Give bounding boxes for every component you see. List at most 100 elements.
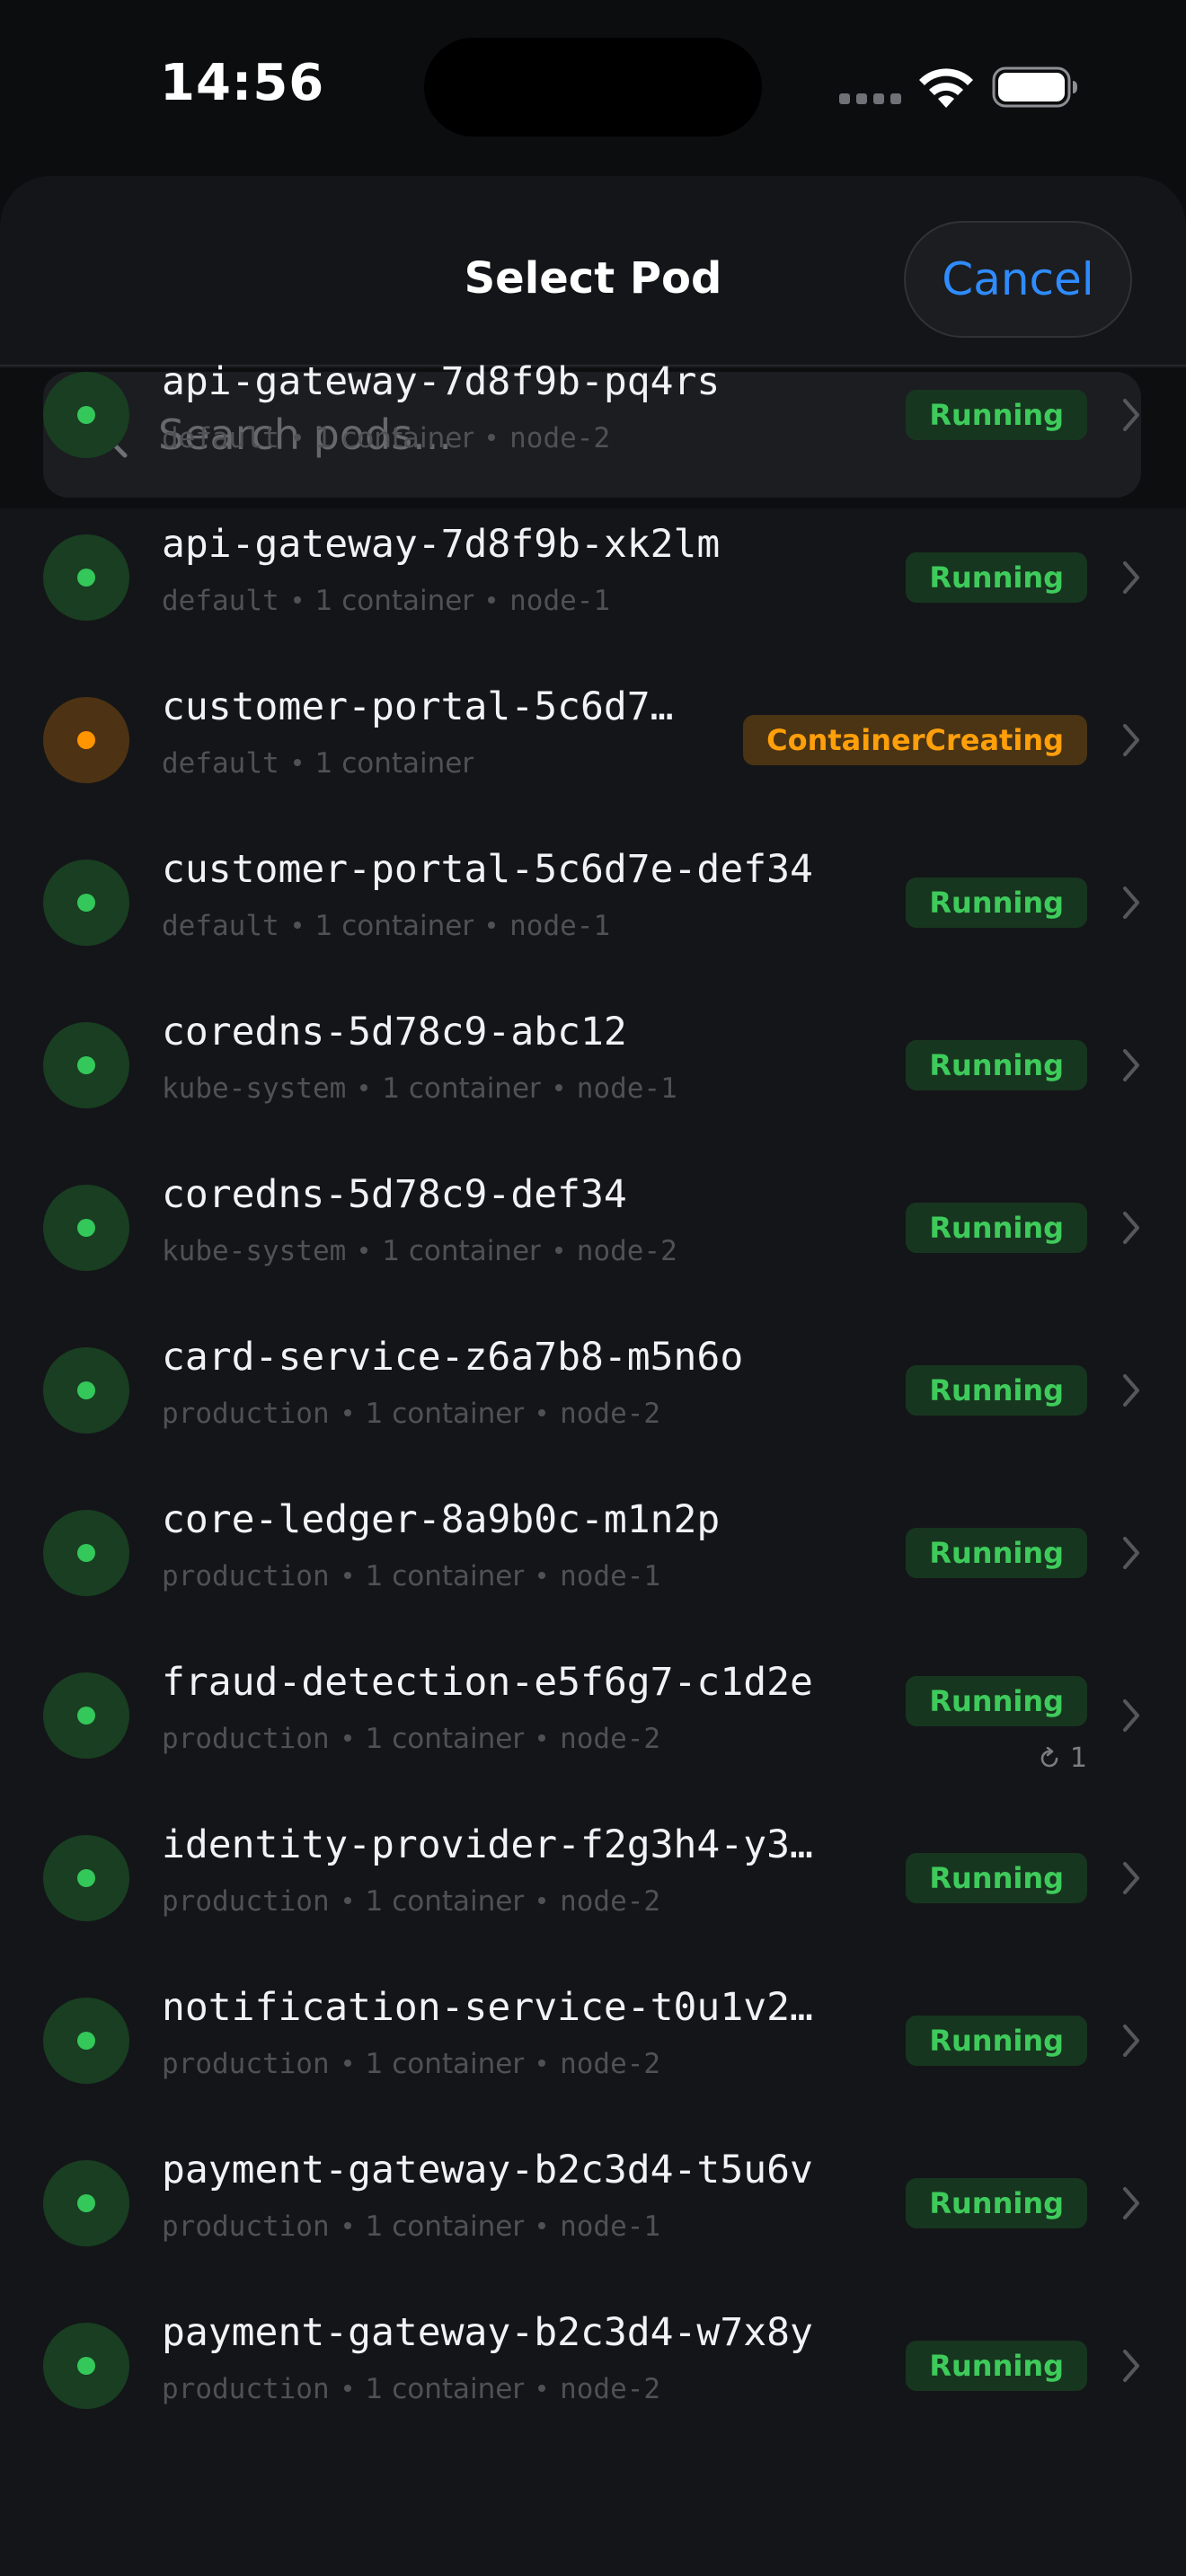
pod-name: payment-gateway-b2c3d4-t5u6v — [162, 2148, 813, 2192]
meta-separator — [343, 2059, 351, 2067]
pod-row[interactable]: api-gateway-7d8f9b-pq4rs default 1 contain… — [0, 334, 1186, 497]
pod-status-indicator — [43, 1347, 129, 1434]
meta-separator — [343, 1734, 351, 1742]
pod-node: node-2 — [560, 1723, 661, 1755]
pod-name: api-gateway-7d8f9b-xk2lm — [162, 522, 721, 567]
pod-row[interactable]: customer-portal-5c6d7… default 1 container… — [0, 659, 1186, 822]
meta-separator — [343, 1408, 351, 1416]
pod-namespace: production — [162, 2373, 330, 2405]
meta-separator — [538, 2221, 546, 2229]
pod-namespace: production — [162, 1560, 330, 1592]
pod-row[interactable]: core-ledger-8a9b0c-m1n2p production 1 cont… — [0, 1472, 1186, 1635]
pod-row[interactable]: api-gateway-7d8f9b-xk2lm default 1 contain… — [0, 497, 1186, 659]
pod-status-indicator — [43, 1672, 129, 1759]
meta-separator — [360, 1083, 368, 1091]
status-badge: Running — [906, 552, 1087, 603]
status-dot-icon — [77, 2194, 95, 2212]
meta-separator — [554, 1083, 562, 1091]
pod-container-count: 1 container — [365, 2210, 525, 2243]
meta-separator — [538, 2384, 546, 2392]
pod-node: node-2 — [560, 1885, 661, 1918]
status-badge: Running — [906, 390, 1087, 440]
meta-separator — [488, 433, 496, 441]
pod-container-count: 1 container — [382, 1072, 541, 1105]
pod-node: node-1 — [509, 585, 611, 617]
pod-namespace: kube-system — [162, 1235, 347, 1267]
pod-meta: default 1 container node-2 — [162, 422, 610, 454]
meta-separator — [538, 1896, 546, 1904]
status-dot-icon — [77, 1869, 95, 1887]
chevron-right-icon — [1123, 1699, 1139, 1732]
status-badge: Running — [906, 1040, 1087, 1090]
pod-node: node-2 — [560, 2373, 661, 2405]
pod-node: node-2 — [509, 422, 611, 454]
status-dot-icon — [77, 2357, 95, 2375]
restart-count: 1 — [1038, 1742, 1087, 1774]
pod-status-indicator — [43, 1835, 129, 1921]
pod-namespace: kube-system — [162, 1072, 347, 1105]
pod-row[interactable]: coredns-5d78c9-def34 kube-system 1 contain… — [0, 1147, 1186, 1310]
status-badge: Running — [906, 1853, 1087, 1903]
status-badge: Running — [906, 1365, 1087, 1416]
pod-row[interactable]: notification-service-t0u1v2… production 1 … — [0, 1960, 1186, 2122]
pod-status-indicator — [43, 1185, 129, 1271]
pod-meta: default 1 container node-1 — [162, 585, 610, 617]
pod-status-indicator — [43, 1510, 129, 1596]
status-badge: Running — [906, 2341, 1087, 2391]
pod-node: node-1 — [576, 1072, 677, 1105]
chevron-right-icon — [1123, 1374, 1139, 1407]
status-time: 14:56 — [160, 54, 325, 112]
pod-meta: default 1 container — [162, 747, 474, 780]
pod-status-indicator — [43, 2323, 129, 2409]
pod-row[interactable]: identity-provider-f2g3h4-y3… production 1 … — [0, 1797, 1186, 1960]
pod-meta: production 1 container node-2 — [162, 1398, 660, 1430]
cancel-button[interactable]: Cancel — [904, 221, 1132, 338]
pod-container-count: 1 container — [365, 1885, 525, 1918]
pod-status-indicator — [43, 860, 129, 946]
pod-namespace: production — [162, 1885, 330, 1918]
pod-namespace: default — [162, 910, 279, 942]
pod-row[interactable]: customer-portal-5c6d7e-def34 default 1 con… — [0, 822, 1186, 984]
chevron-right-icon — [1123, 1049, 1139, 1081]
chevron-right-icon — [1123, 724, 1139, 756]
pod-namespace: default — [162, 747, 279, 780]
pod-container-count: 1 container — [314, 585, 474, 617]
status-badge: Running — [906, 1676, 1087, 1726]
pod-container-count: 1 container — [365, 2048, 525, 2080]
pod-name: notification-service-t0u1v2… — [162, 1985, 813, 2030]
pod-row[interactable]: coredns-5d78c9-abc12 kube-system 1 contain… — [0, 984, 1186, 1147]
meta-separator — [293, 921, 301, 929]
status-dot-icon — [77, 1707, 95, 1725]
dynamic-island — [424, 38, 762, 137]
meta-separator — [293, 433, 301, 441]
meta-separator — [293, 595, 301, 604]
pod-container-count: 1 container — [365, 1723, 525, 1755]
meta-separator — [538, 1408, 546, 1416]
status-bar: 14:56 — [0, 0, 1186, 171]
chevron-right-icon — [1123, 1212, 1139, 1244]
pod-meta: production 1 container node-1 — [162, 2210, 660, 2243]
pod-name: api-gateway-7d8f9b-pq4rs — [162, 359, 721, 404]
pod-container-count: 1 container — [382, 1235, 541, 1267]
wifi-icon — [919, 68, 973, 108]
chevron-right-icon — [1123, 1862, 1139, 1894]
meta-separator — [343, 2221, 351, 2229]
meta-separator — [343, 2384, 351, 2392]
pod-namespace: production — [162, 1723, 330, 1755]
pod-node: node-2 — [576, 1235, 677, 1267]
pod-meta: production 1 container node-2 — [162, 1723, 660, 1755]
meta-separator — [538, 1571, 546, 1579]
meta-separator — [538, 1734, 546, 1742]
meta-separator — [488, 595, 496, 604]
pod-list: api-gateway-7d8f9b-pq4rs default 1 contain… — [0, 334, 1186, 2448]
pod-row[interactable]: payment-gateway-b2c3d4-w7x8y production 1 … — [0, 2285, 1186, 2448]
chevron-right-icon — [1123, 1537, 1139, 1569]
pod-row[interactable]: card-service-z6a7b8-m5n6o production 1 con… — [0, 1310, 1186, 1472]
pod-row[interactable]: fraud-detection-e5f6g7-c1d2e production 1 … — [0, 1635, 1186, 1797]
pod-row[interactable]: payment-gateway-b2c3d4-t5u6v production 1 … — [0, 2122, 1186, 2285]
pod-meta: production 1 container node-1 — [162, 1560, 660, 1592]
app-screen: 14:56 Select Pod Cancel api — [0, 0, 1186, 2576]
status-dot-icon — [77, 1381, 95, 1399]
pod-meta: kube-system 1 container node-2 — [162, 1235, 677, 1267]
pod-namespace: default — [162, 422, 279, 454]
